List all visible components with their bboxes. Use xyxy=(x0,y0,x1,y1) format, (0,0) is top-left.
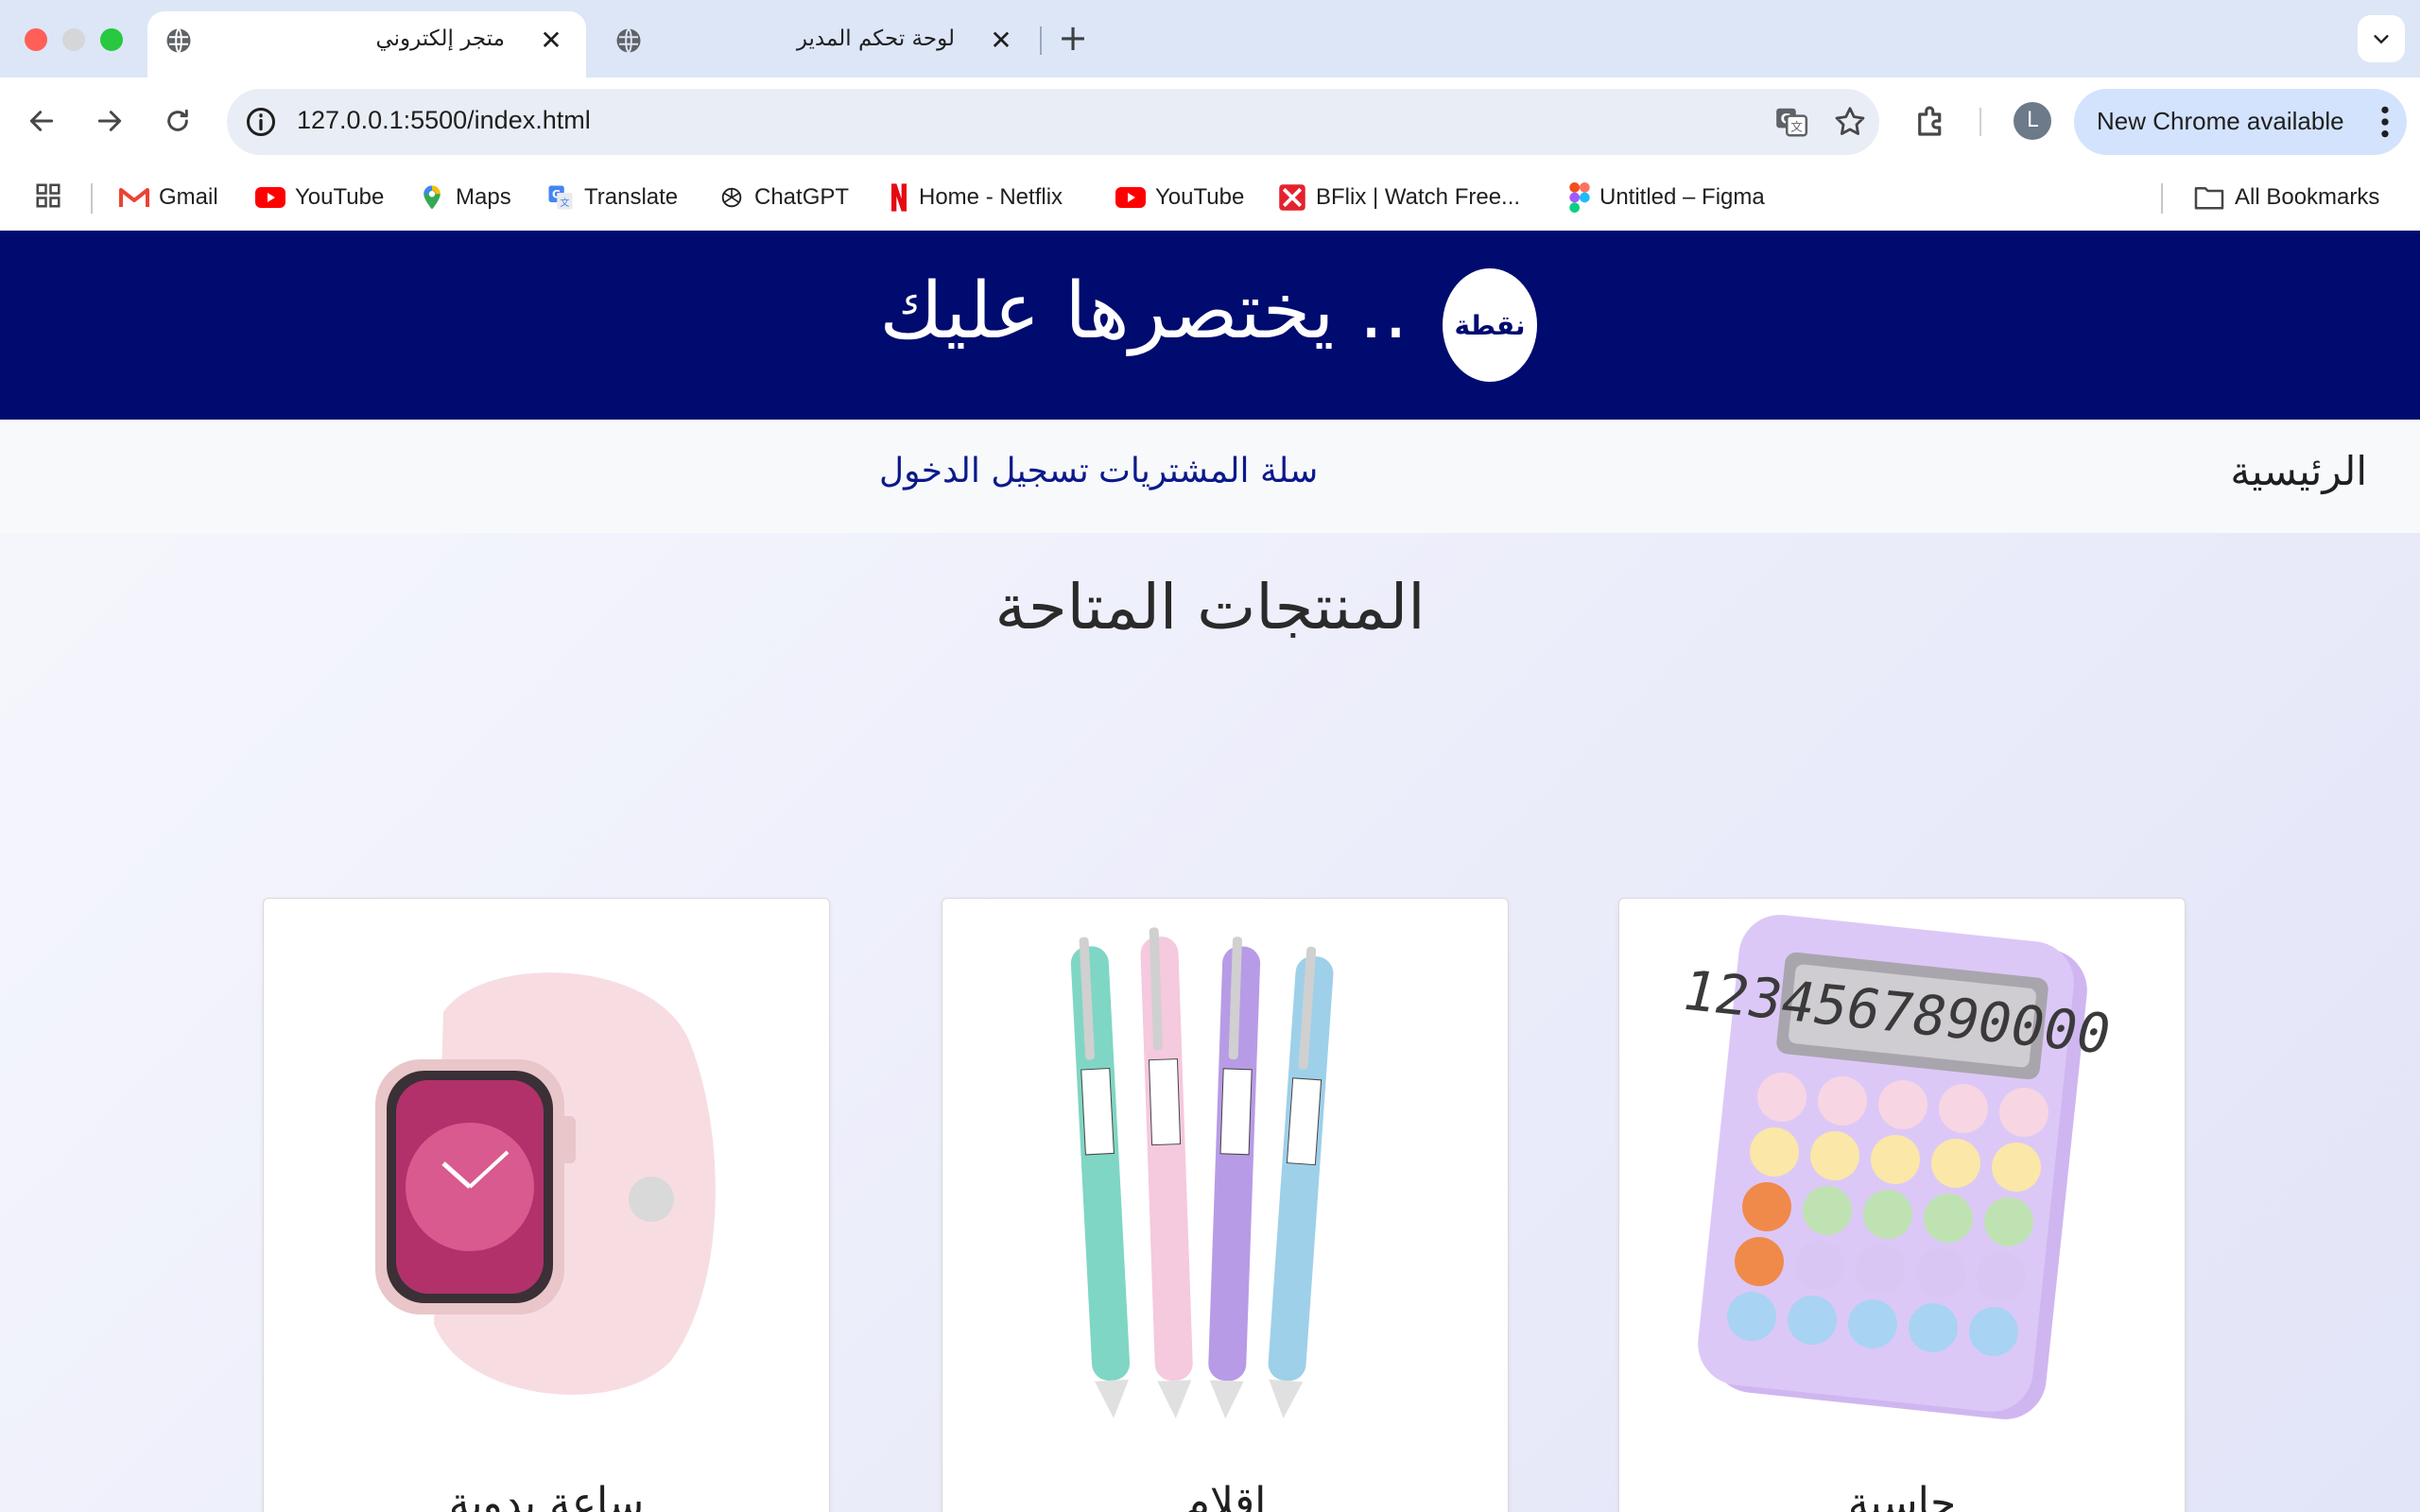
bookmark-youtube-2[interactable]: YouTube xyxy=(1115,180,1244,215)
bookmark-translate[interactable]: G 文 Translate xyxy=(546,180,678,215)
site-nav: الرئيسية سلة المشتريات تسجيل الدخول xyxy=(0,420,2420,533)
pens-image xyxy=(1070,927,1334,1419)
nav-home-link[interactable]: الرئيسية xyxy=(2230,448,2367,494)
arrow-left-icon xyxy=(29,111,54,131)
bookmark-label: Gmail xyxy=(159,184,218,210)
logo-text: نقطة xyxy=(1454,309,1526,341)
site-slogan: .. يختصرها عليك xyxy=(879,266,1409,356)
youtube-icon xyxy=(255,187,285,208)
bookmark-label: YouTube xyxy=(295,184,385,210)
tab-title: لوحة تحكم المدير xyxy=(796,26,955,51)
bookmark-figma[interactable]: Untitled – Figma xyxy=(1569,180,1765,215)
bookmark-label: BFlix | Watch Free... xyxy=(1316,184,1521,210)
bookmark-label: Maps xyxy=(456,184,511,210)
youtube-icon xyxy=(1115,187,1146,208)
translate-page-icon[interactable]: G 文 xyxy=(1773,104,1809,140)
forward-button[interactable] xyxy=(87,98,132,144)
netflix-icon xyxy=(891,183,907,212)
product-name: حاسبة xyxy=(1847,1479,1957,1512)
bookmark-star-icon[interactable] xyxy=(1832,104,1868,140)
bookmarks-divider xyxy=(2161,183,2163,214)
tab-title: متجر إلكتروني xyxy=(375,26,505,51)
bookmark-gmail[interactable]: Gmail xyxy=(119,180,218,215)
close-tab-icon[interactable]: ✕ xyxy=(985,25,1017,57)
site-info-icon[interactable] xyxy=(244,105,278,139)
products-title: المنتجات المتاحة xyxy=(994,571,1426,644)
bookmark-bflix[interactable]: BFlix | Watch Free... xyxy=(1278,180,1520,215)
bookmark-label: Untitled – Figma xyxy=(1599,184,1765,210)
apps-grid-icon[interactable] xyxy=(34,181,62,210)
bflix-icon xyxy=(1279,184,1305,211)
smartwatch-image xyxy=(375,972,716,1395)
bookmark-label: ChatGPT xyxy=(754,184,850,210)
chrome-update-button[interactable]: New Chrome available xyxy=(2074,89,2407,155)
reload-button[interactable] xyxy=(155,98,200,144)
calculator-image: 1234567890000 xyxy=(1675,915,2118,1419)
close-tab-icon[interactable]: ✕ xyxy=(535,25,567,57)
translate-icon: G 文 xyxy=(548,185,573,210)
svg-text:文: 文 xyxy=(1790,120,1803,134)
profile-avatar[interactable]: L xyxy=(2014,102,2051,140)
url-text: 127.0.0.1:5500/index.html xyxy=(297,106,591,134)
extensions-icon[interactable] xyxy=(1911,101,1951,141)
nav-cart-link[interactable]: سلة المشتريات xyxy=(1098,452,1318,490)
svg-text:文: 文 xyxy=(560,197,569,209)
close-window-button[interactable] xyxy=(25,28,47,51)
reload-icon xyxy=(167,109,188,131)
bookmark-label: YouTube xyxy=(1155,184,1245,210)
site-logo[interactable]: نقطة xyxy=(1443,268,1537,382)
web-page: نقطة .. يختصرها عليك الرئيسية سلة المشتر… xyxy=(0,231,2420,1512)
browser-toolbar: 127.0.0.1:5500/index.html G 文 L New Chro… xyxy=(0,77,2420,164)
folder-icon xyxy=(2194,186,2224,210)
chatgpt-icon xyxy=(721,187,742,208)
bookmark-maps[interactable]: Maps xyxy=(418,180,511,215)
bookmark-chatgpt[interactable]: ChatGPT xyxy=(718,180,849,215)
tab-search-button[interactable] xyxy=(2358,15,2405,62)
address-bar[interactable]: 127.0.0.1:5500/index.html G 文 xyxy=(227,89,1879,155)
bookmark-label: All Bookmarks xyxy=(2235,184,2380,210)
site-header: نقطة .. يختصرها عليك xyxy=(0,231,2420,420)
product-name: ساعة يدوية xyxy=(448,1479,645,1512)
bookmark-label: Translate xyxy=(584,184,679,210)
globe-icon xyxy=(166,27,191,54)
bookmarks-divider xyxy=(91,183,93,214)
tab-store[interactable]: متجر إلكتروني ✕ xyxy=(147,11,586,77)
bookmark-youtube[interactable]: YouTube xyxy=(255,180,384,215)
bookmark-netflix[interactable]: Home - Netflix xyxy=(889,180,1063,215)
tab-strip: متجر إلكتروني ✕ لوحة تحكم المدير ✕ + xyxy=(0,0,2420,77)
bookmark-label: Home - Netflix xyxy=(919,184,1063,210)
maps-icon xyxy=(424,185,441,210)
arrow-right-icon xyxy=(97,111,122,131)
toolbar-divider xyxy=(1979,108,1981,136)
nav-login-link[interactable]: تسجيل الدخول xyxy=(879,452,1089,490)
all-bookmarks-button[interactable]: All Bookmarks xyxy=(2193,180,2379,215)
chevron-down-icon xyxy=(2374,35,2389,44)
chrome-update-label: New Chrome available xyxy=(2097,107,2344,135)
product-card[interactable]: 1234567890000 حاسبة xyxy=(1618,898,2186,1512)
tab-divider xyxy=(1040,26,1042,55)
minimize-window-button[interactable] xyxy=(62,28,85,51)
product-card[interactable]: اقلام xyxy=(942,898,1509,1512)
product-name: اقلام xyxy=(1184,1479,1267,1512)
new-tab-button[interactable]: + xyxy=(1051,17,1095,60)
globe-icon xyxy=(616,27,641,54)
gmail-icon xyxy=(119,188,149,207)
figma-icon xyxy=(1569,182,1590,213)
maximize-window-button[interactable] xyxy=(100,28,123,51)
bookmarks-bar: Gmail YouTube Maps G 文 Translate ChatGPT… xyxy=(0,164,2420,232)
tab-admin-dashboard[interactable]: لوحة تحكم المدير ✕ xyxy=(597,11,1036,77)
product-card[interactable]: ساعة يدوية xyxy=(263,898,830,1512)
back-button[interactable] xyxy=(19,98,64,144)
more-options-icon[interactable] xyxy=(2380,104,2390,140)
